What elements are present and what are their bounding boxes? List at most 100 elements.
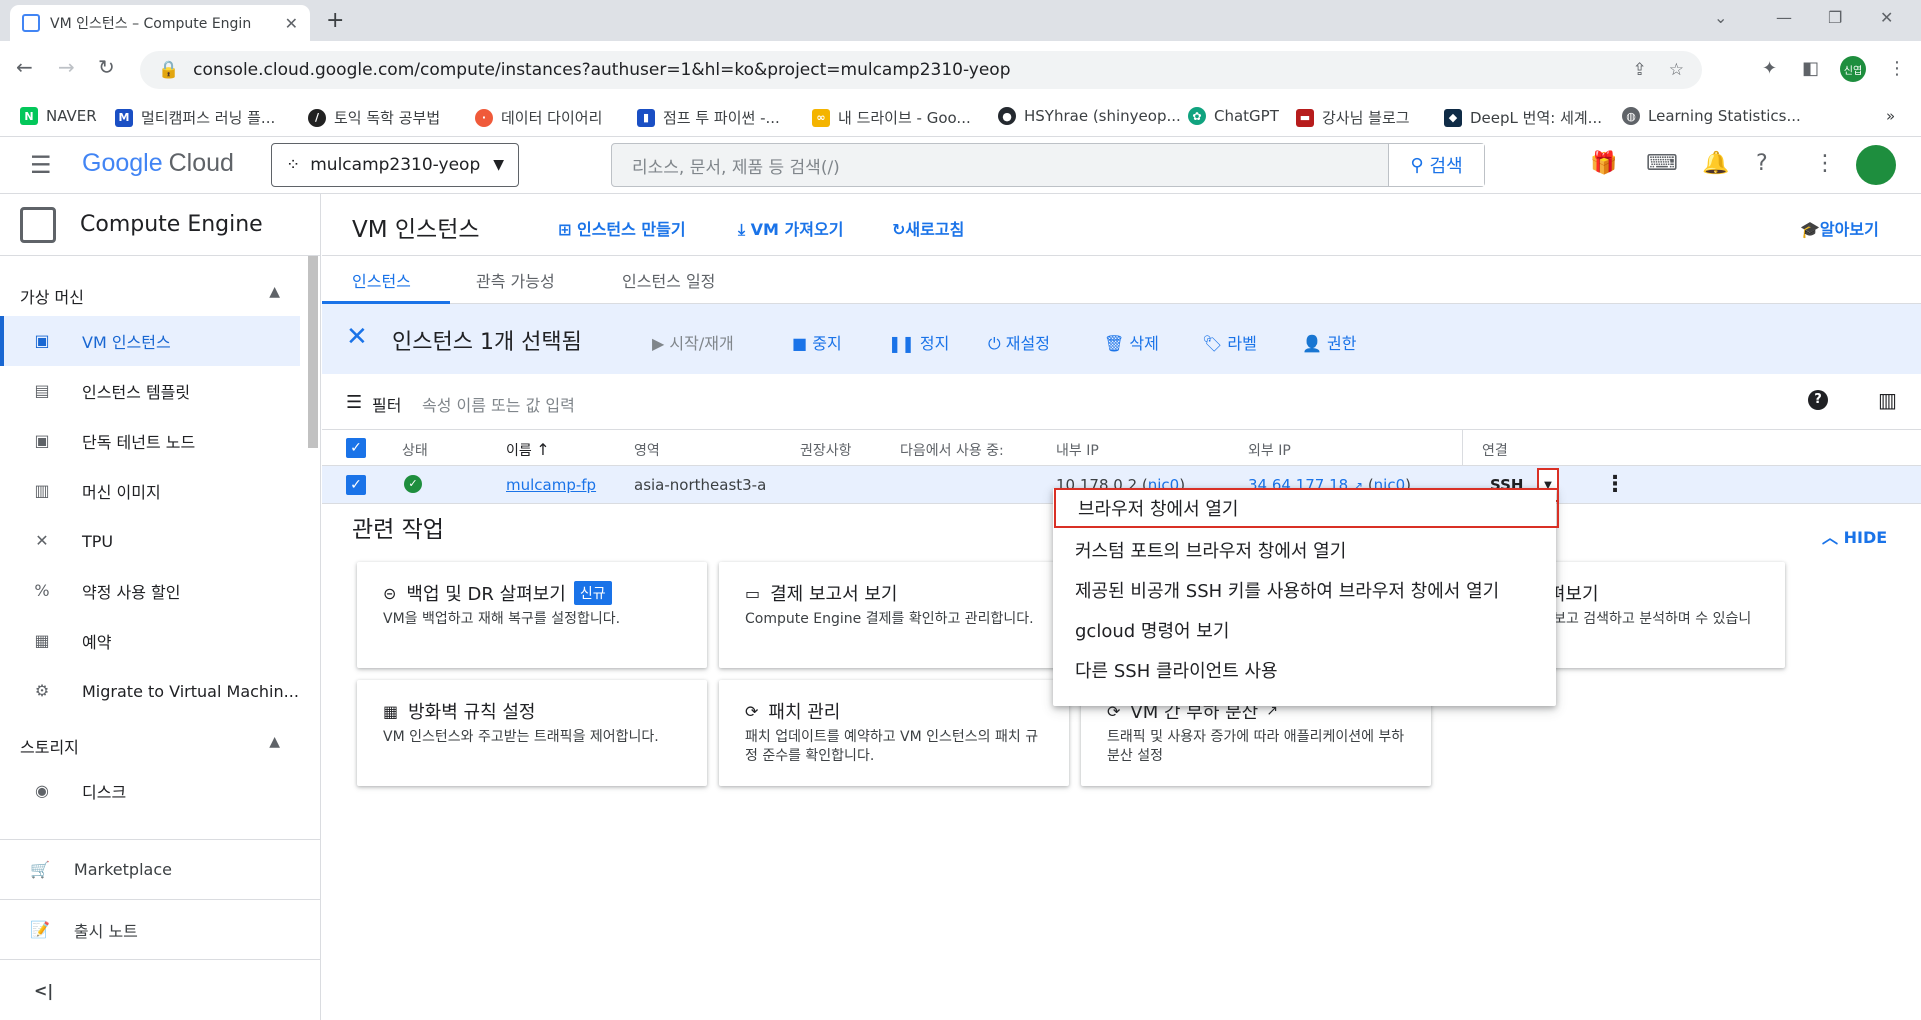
hide-label: HIDE (1843, 528, 1888, 547)
close-tab-icon[interactable]: ✕ (285, 14, 298, 33)
start-resume-button[interactable]: ▶ 시작/재개 (652, 330, 734, 354)
column-name[interactable]: 이름 ↑ (506, 440, 550, 460)
create-instance-button[interactable]: ⊞ 인스턴스 만들기 (558, 216, 686, 240)
card-patch-management[interactable]: ⟳ 패치 관리 패치 업데이트를 예약하고 VM 인스턴스의 패치 규정 준수를 … (719, 680, 1069, 786)
hide-button[interactable]: ︿ HIDE (1822, 524, 1887, 548)
column-display-icon[interactable]: ▥ (1878, 388, 1897, 412)
section-vm-header[interactable]: 가상 머신 ▲ (20, 284, 280, 308)
clear-selection-icon[interactable]: ✕ (346, 322, 368, 352)
bookmark-item[interactable]: · 데이터 다이어리 (475, 107, 602, 128)
browser-tab[interactable]: VM 인스턴스 – Compute Engin ✕ (10, 5, 310, 41)
filter-input[interactable]: 속성 이름 또는 값 입력 (422, 392, 575, 416)
bookmark-item[interactable]: ▮ 점프 투 파이썬 -... (637, 107, 780, 128)
github-icon: ● (998, 107, 1016, 125)
bookmark-item[interactable]: N NAVER (20, 107, 97, 125)
google-cloud-logo[interactable]: Google Cloud (82, 149, 234, 178)
sidebar-marketplace[interactable]: 🛒 Marketplace (0, 839, 321, 899)
sidebar-item-disks[interactable]: ◉ 디스크 (0, 766, 300, 816)
column-status[interactable]: 상태 (402, 440, 428, 460)
select-all-checkbox[interactable]: ✓ (346, 438, 366, 458)
window-close-icon[interactable]: ✕ (1880, 8, 1893, 27)
sidebar-item-reservations[interactable]: ▦ 예약 (0, 616, 300, 666)
label-button[interactable]: 🏷 라벨 (1202, 330, 1257, 354)
import-vm-button[interactable]: ⤓ VM 가져오기 (738, 216, 843, 240)
browser-menu-icon[interactable]: ⋮ (1888, 58, 1906, 79)
column-zone[interactable]: 영역 (634, 440, 660, 460)
tab-instance-schedules[interactable]: 인스턴스 일정 (622, 268, 715, 292)
delete-button[interactable]: 🗑 삭제 (1104, 330, 1159, 354)
restore-icon[interactable]: ❐ (1828, 8, 1842, 27)
account-avatar[interactable] (1856, 145, 1896, 185)
column-recommendation[interactable]: 권장사항 (800, 440, 852, 460)
tab-instances[interactable]: 인스턴스 (352, 268, 411, 292)
bookmark-item[interactable]: ◍ Learning Statistics... (1622, 107, 1801, 125)
search-button[interactable]: ⚲ 검색 (1388, 144, 1484, 186)
reload-icon[interactable]: ↻ (98, 55, 115, 79)
forward-arrow-icon[interactable]: → (58, 55, 75, 79)
bookmark-item[interactable]: ✿ ChatGPT (1188, 107, 1279, 125)
stop-button[interactable]: ■ 중지 (792, 330, 842, 354)
extensions-puzzle-icon[interactable]: ✦ (1762, 58, 1777, 79)
section-storage-header[interactable]: 스토리지 ▲ (20, 734, 280, 758)
notifications-bell-icon[interactable]: 🔔 (1702, 151, 1729, 176)
share-icon[interactable]: ⇪ (1633, 60, 1647, 80)
menu-item-open-custom-port[interactable]: 커스텀 포트의 브라우저 창에서 열기 (1053, 530, 1556, 570)
sidebar-scrollbar[interactable] (308, 256, 318, 448)
sidebar-item-committed-use-discounts[interactable]: % 약정 사용 할인 (0, 566, 300, 616)
side-panel-icon[interactable]: ◧ (1802, 58, 1819, 79)
hamburger-menu-icon[interactable]: ☰ (30, 151, 52, 179)
menu-item-open-private-key[interactable]: 제공된 비공개 SSH 키를 사용하여 브라우저 창에서 열기 (1053, 570, 1556, 610)
tab-search-chevron-icon[interactable]: ⌄ (1714, 8, 1727, 27)
help-circle-icon[interactable]: ? (1808, 390, 1828, 410)
column-in-use-by[interactable]: 다음에서 사용 중: (900, 440, 1004, 460)
project-selector[interactable]: ⁘ mulcamp2310-yeop ▼ (271, 143, 519, 187)
learn-button[interactable]: 🎓알아보기 (1800, 216, 1879, 240)
bookmark-item[interactable]: M 멀티캠퍼스 러닝 플... (115, 107, 275, 128)
back-arrow-icon[interactable]: ← (16, 55, 33, 79)
sidebar-item-machine-images[interactable]: ▥ 머신 이미지 (0, 466, 300, 516)
new-tab-icon[interactable]: + (326, 8, 344, 33)
profile-avatar[interactable]: 신엽 (1840, 56, 1866, 82)
card-billing-report[interactable]: ▭ 결제 보고서 보기 Compute Engine 결제를 확인하고 관리합니다… (719, 562, 1069, 668)
bookmark-item[interactable]: ▬ 강사님 블로그 (1296, 107, 1410, 128)
menu-item-other-ssh-client[interactable]: 다른 SSH 클라이언트 사용 (1053, 650, 1556, 690)
address-bar[interactable]: 🔒 console.cloud.google.com/compute/insta… (140, 51, 1702, 89)
sidebar-item-instance-templates[interactable]: ▤ 인스턴스 템플릿 (0, 366, 300, 416)
bookmark-star-icon[interactable]: ☆ (1669, 60, 1684, 80)
lock-icon[interactable]: 🔒 (158, 60, 179, 80)
url-text[interactable]: console.cloud.google.com/compute/instanc… (193, 60, 1610, 80)
search-input[interactable]: 리소스, 문서, 제품 등 검색(/) (612, 153, 1388, 178)
sidebar-item-tpu[interactable]: ✕ TPU (0, 516, 300, 566)
sidebar-item-vm-instances[interactable]: ▣ VM 인스턴스 (0, 316, 300, 366)
column-internal-ip[interactable]: 내부 IP (1056, 440, 1099, 460)
bookmark-item[interactable]: ∞ 내 드라이브 - Goo... (812, 107, 971, 128)
console-search[interactable]: 리소스, 문서, 제품 등 검색(/) ⚲ 검색 (611, 143, 1485, 187)
bookmark-label: 멀티캠퍼스 러닝 플... (141, 109, 276, 127)
permissions-button[interactable]: 👤 권한 (1302, 330, 1356, 354)
card-backup-dr[interactable]: ⊝ 백업 및 DR 살펴보기 신규 VM을 백업하고 재해 복구를 설정합니다. (357, 562, 707, 668)
sidebar-release-notes[interactable]: 📝 출시 노트 (0, 899, 321, 959)
cloud-shell-icon[interactable]: ⌨ (1646, 151, 1678, 176)
sidebar-item-sole-tenant-nodes[interactable]: ▣ 단독 테넌트 노드 (0, 416, 300, 466)
more-bookmarks-icon[interactable]: » (1886, 107, 1895, 125)
card-firewall[interactable]: ▦ 방화벽 규칙 설정 VM 인스턴스와 주고받는 트래픽을 제어합니다. (357, 680, 707, 786)
gift-icon[interactable]: 🎁 (1590, 151, 1617, 176)
more-vert-icon[interactable]: ⋮ (1814, 151, 1836, 176)
suspend-button[interactable]: ❚❚ 정지 (888, 330, 949, 354)
collapse-sidebar-icon[interactable]: <| (0, 959, 321, 1020)
row-more-actions-icon[interactable]: ⋮ (1604, 472, 1626, 497)
menu-item-open-browser[interactable]: 브라우저 창에서 열기 (1054, 488, 1559, 528)
bookmark-item[interactable]: / 토익 독학 공부법 (308, 107, 440, 128)
help-icon[interactable]: ? (1756, 151, 1768, 176)
row-checkbox[interactable]: ✓ (346, 475, 366, 495)
refresh-button[interactable]: ↻새로고침 (892, 216, 964, 240)
bookmark-item[interactable]: ● HSYhrae (shinyeop... (998, 107, 1181, 125)
reset-button[interactable]: ⏻ 재설정 (988, 330, 1050, 354)
column-external-ip[interactable]: 외부 IP (1248, 440, 1291, 460)
instance-name-link[interactable]: mulcamp-fp (506, 476, 596, 494)
minimize-icon[interactable]: — (1776, 8, 1792, 27)
sidebar-item-migrate[interactable]: ⚙ Migrate to Virtual Machin... (0, 666, 300, 716)
menu-item-gcloud-command[interactable]: gcloud 명령어 보기 (1053, 610, 1556, 650)
bookmark-item[interactable]: ◆ DeepL 번역: 세계... (1444, 107, 1602, 128)
tab-observability[interactable]: 관측 가능성 (476, 268, 555, 292)
